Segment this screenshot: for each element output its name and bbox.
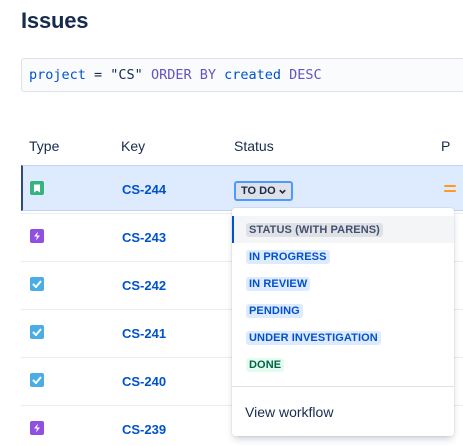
status-option[interactable]: UNDER INVESTIGATION: [232, 324, 454, 351]
status-option[interactable]: IN REVIEW: [232, 270, 454, 297]
task-icon: [30, 373, 44, 387]
jql-search-input[interactable]: project = "CS" ORDER BY created DESC: [21, 58, 463, 92]
jql-token: =: [85, 67, 111, 83]
jql-token: ORDER BY: [142, 67, 225, 83]
column-header-priority[interactable]: P: [441, 138, 450, 154]
issue-key-link[interactable]: CS-243: [122, 230, 166, 245]
status-lozenge: IN REVIEW: [246, 277, 311, 291]
table-row[interactable]: CS-244 TO DO: [21, 165, 463, 211]
epic-icon: [30, 229, 44, 243]
status-option[interactable]: STATUS (WITH PARENS): [232, 216, 454, 243]
column-header-status[interactable]: Status: [234, 138, 274, 154]
status-dropdown-button[interactable]: TO DO: [234, 181, 293, 201]
status-lozenge: UNDER INVESTIGATION: [246, 331, 381, 345]
issue-key-link[interactable]: CS-244: [122, 182, 166, 197]
status-option[interactable]: PENDING: [232, 297, 454, 324]
task-icon: [30, 277, 44, 291]
status-label: TO DO: [241, 185, 276, 197]
issue-key-link[interactable]: CS-242: [122, 278, 166, 293]
jql-token: project: [29, 67, 86, 83]
status-option[interactable]: IN PROGRESS: [232, 243, 454, 270]
status-lozenge: DONE: [246, 358, 285, 372]
column-header-key[interactable]: Key: [121, 138, 145, 154]
jql-token: "CS": [110, 67, 143, 83]
issue-key-link[interactable]: CS-241: [122, 326, 166, 341]
status-option[interactable]: DONE: [232, 351, 454, 378]
status-lozenge: PENDING: [246, 304, 303, 318]
column-header-type[interactable]: Type: [29, 138, 59, 154]
page-title: Issues: [21, 8, 89, 33]
jql-token: created: [224, 67, 281, 83]
priority-medium-icon: [444, 185, 456, 193]
issue-key-link[interactable]: CS-239: [122, 422, 166, 437]
story-icon: [30, 181, 44, 195]
issue-key-link[interactable]: CS-240: [122, 374, 166, 389]
view-workflow-link[interactable]: View workflow: [245, 404, 333, 420]
jql-token: DESC: [281, 67, 322, 83]
chevron-down-icon: [278, 189, 286, 194]
status-dropdown-menu: STATUS (WITH PARENS) IN PROGRESS IN REVI…: [232, 208, 454, 436]
status-lozenge: IN PROGRESS: [246, 250, 330, 264]
dropdown-divider: [232, 386, 454, 387]
task-icon: [30, 325, 44, 339]
epic-icon: [30, 421, 44, 435]
status-lozenge: STATUS (WITH PARENS): [246, 223, 383, 237]
